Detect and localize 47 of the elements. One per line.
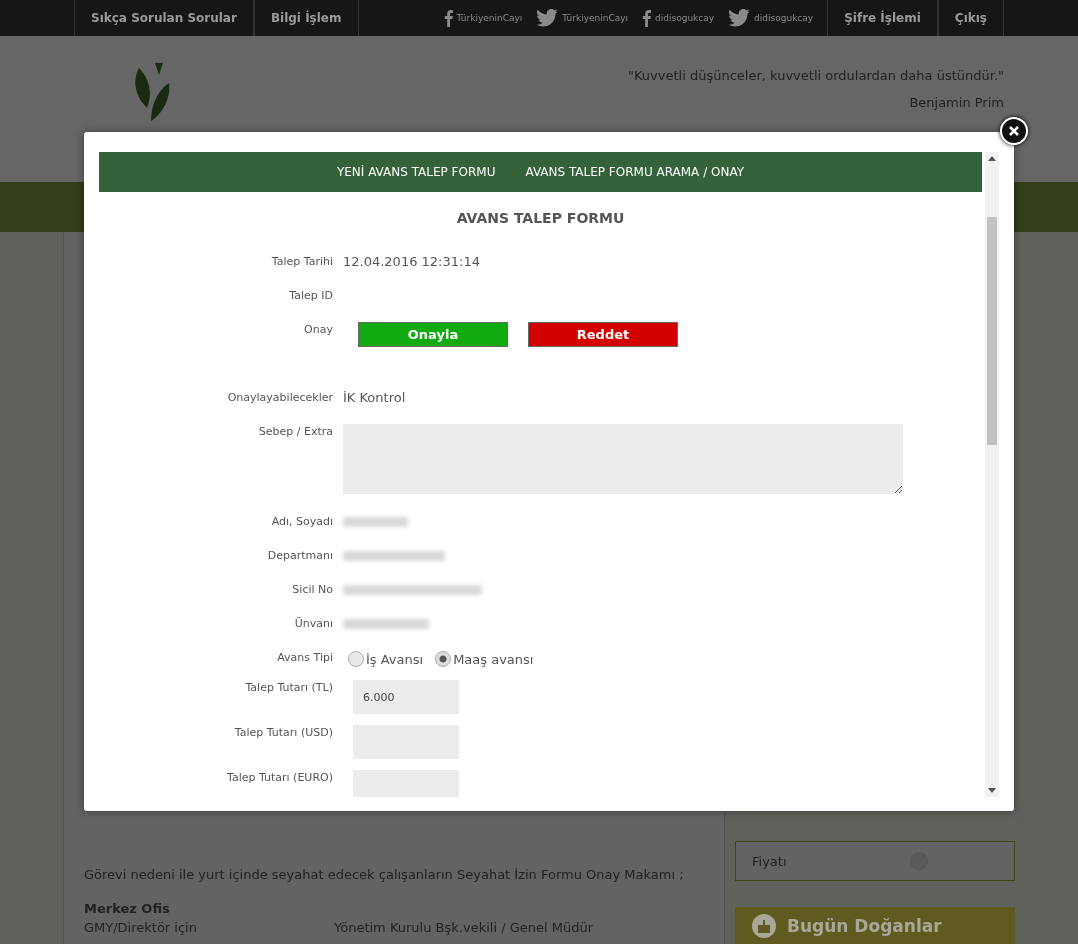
modal-tab[interactable]: AVANS TALEP FORMU ARAMA / ONAY xyxy=(525,165,745,179)
social-label: didisogukcay xyxy=(754,13,814,23)
approver-text: Yönetim Kurulu Bşk.vekili / Genel Müdür xyxy=(334,920,593,937)
field-label: Talep Tutarı (USD) xyxy=(233,725,333,741)
reason-textarea[interactable] xyxy=(343,424,903,494)
social-link[interactable]: didisogukcay xyxy=(642,0,715,36)
social-link[interactable]: didisogukcay xyxy=(728,0,814,36)
reject-button[interactable]: Reddet xyxy=(528,322,678,347)
field-label: Avans Tipi xyxy=(276,650,333,666)
field-label: Talep Tutarı (TL) xyxy=(244,680,333,696)
field-label: Talep Tutarı (EURO) xyxy=(226,770,333,786)
twitter-icon xyxy=(536,9,559,27)
poll-option-label: Fiyatı xyxy=(752,853,787,869)
field-value: İK Kontrol xyxy=(343,390,406,407)
field-label: Talep ID xyxy=(288,288,333,304)
field-label: Sebep / Extra xyxy=(257,424,333,440)
field-label: Onay xyxy=(303,322,333,338)
modal-tab[interactable]: YENİ AVANS TALEP FORMU xyxy=(336,165,496,179)
paragraph: Görevi nedeni ile yurt içinde seyahat edecek çalışanların Seyahat İzin Formu Onay Makamı ; xyxy=(84,866,685,884)
section-heading: Merkez Ofis xyxy=(84,901,171,916)
social-label: TürkiyeninCayı xyxy=(562,13,629,23)
social-link[interactable]: TürkiyeninCayı xyxy=(443,0,523,36)
facebook-icon xyxy=(642,9,652,27)
close-icon xyxy=(1009,126,1019,136)
role-text: GMY/Direktör için xyxy=(84,920,198,937)
amount-input[interactable]: 6.000 xyxy=(353,680,459,714)
field-label: Onaylayabilecekler xyxy=(226,390,333,406)
social-link[interactable]: TürkiyeninCayı xyxy=(536,0,629,36)
quote-text: "Kuvvetli düşünceler, kuvvetli ordulardan daha üstündür." xyxy=(628,68,1004,85)
blurred-text xyxy=(343,517,408,527)
radio-option[interactable]: İş Avansı xyxy=(348,648,424,670)
field-label: Sicil No xyxy=(291,582,333,598)
twitter-icon xyxy=(728,9,751,27)
quote-author: Benjamin Prim xyxy=(908,94,1004,112)
field-label: Ünvanı xyxy=(293,616,333,632)
field-label: Talep Tarihi xyxy=(270,254,333,270)
cake-icon xyxy=(751,913,777,939)
birthdays-title: Bugün Doğanlar xyxy=(787,916,942,936)
field-label: Departmanı xyxy=(266,548,333,564)
social-label: TürkiyeninCayı xyxy=(456,13,523,23)
field-label: Adı, Soyadı xyxy=(270,514,333,530)
radio-option[interactable]: Maaş avansı xyxy=(435,648,534,670)
scrollbar[interactable] xyxy=(985,152,999,797)
social-label: didisogukcay xyxy=(655,13,715,23)
facebook-icon xyxy=(443,9,453,27)
form-title: AVANS TALEP FORMU xyxy=(455,210,626,226)
field-value: 12.04.2016 12:31:14 xyxy=(343,254,480,271)
